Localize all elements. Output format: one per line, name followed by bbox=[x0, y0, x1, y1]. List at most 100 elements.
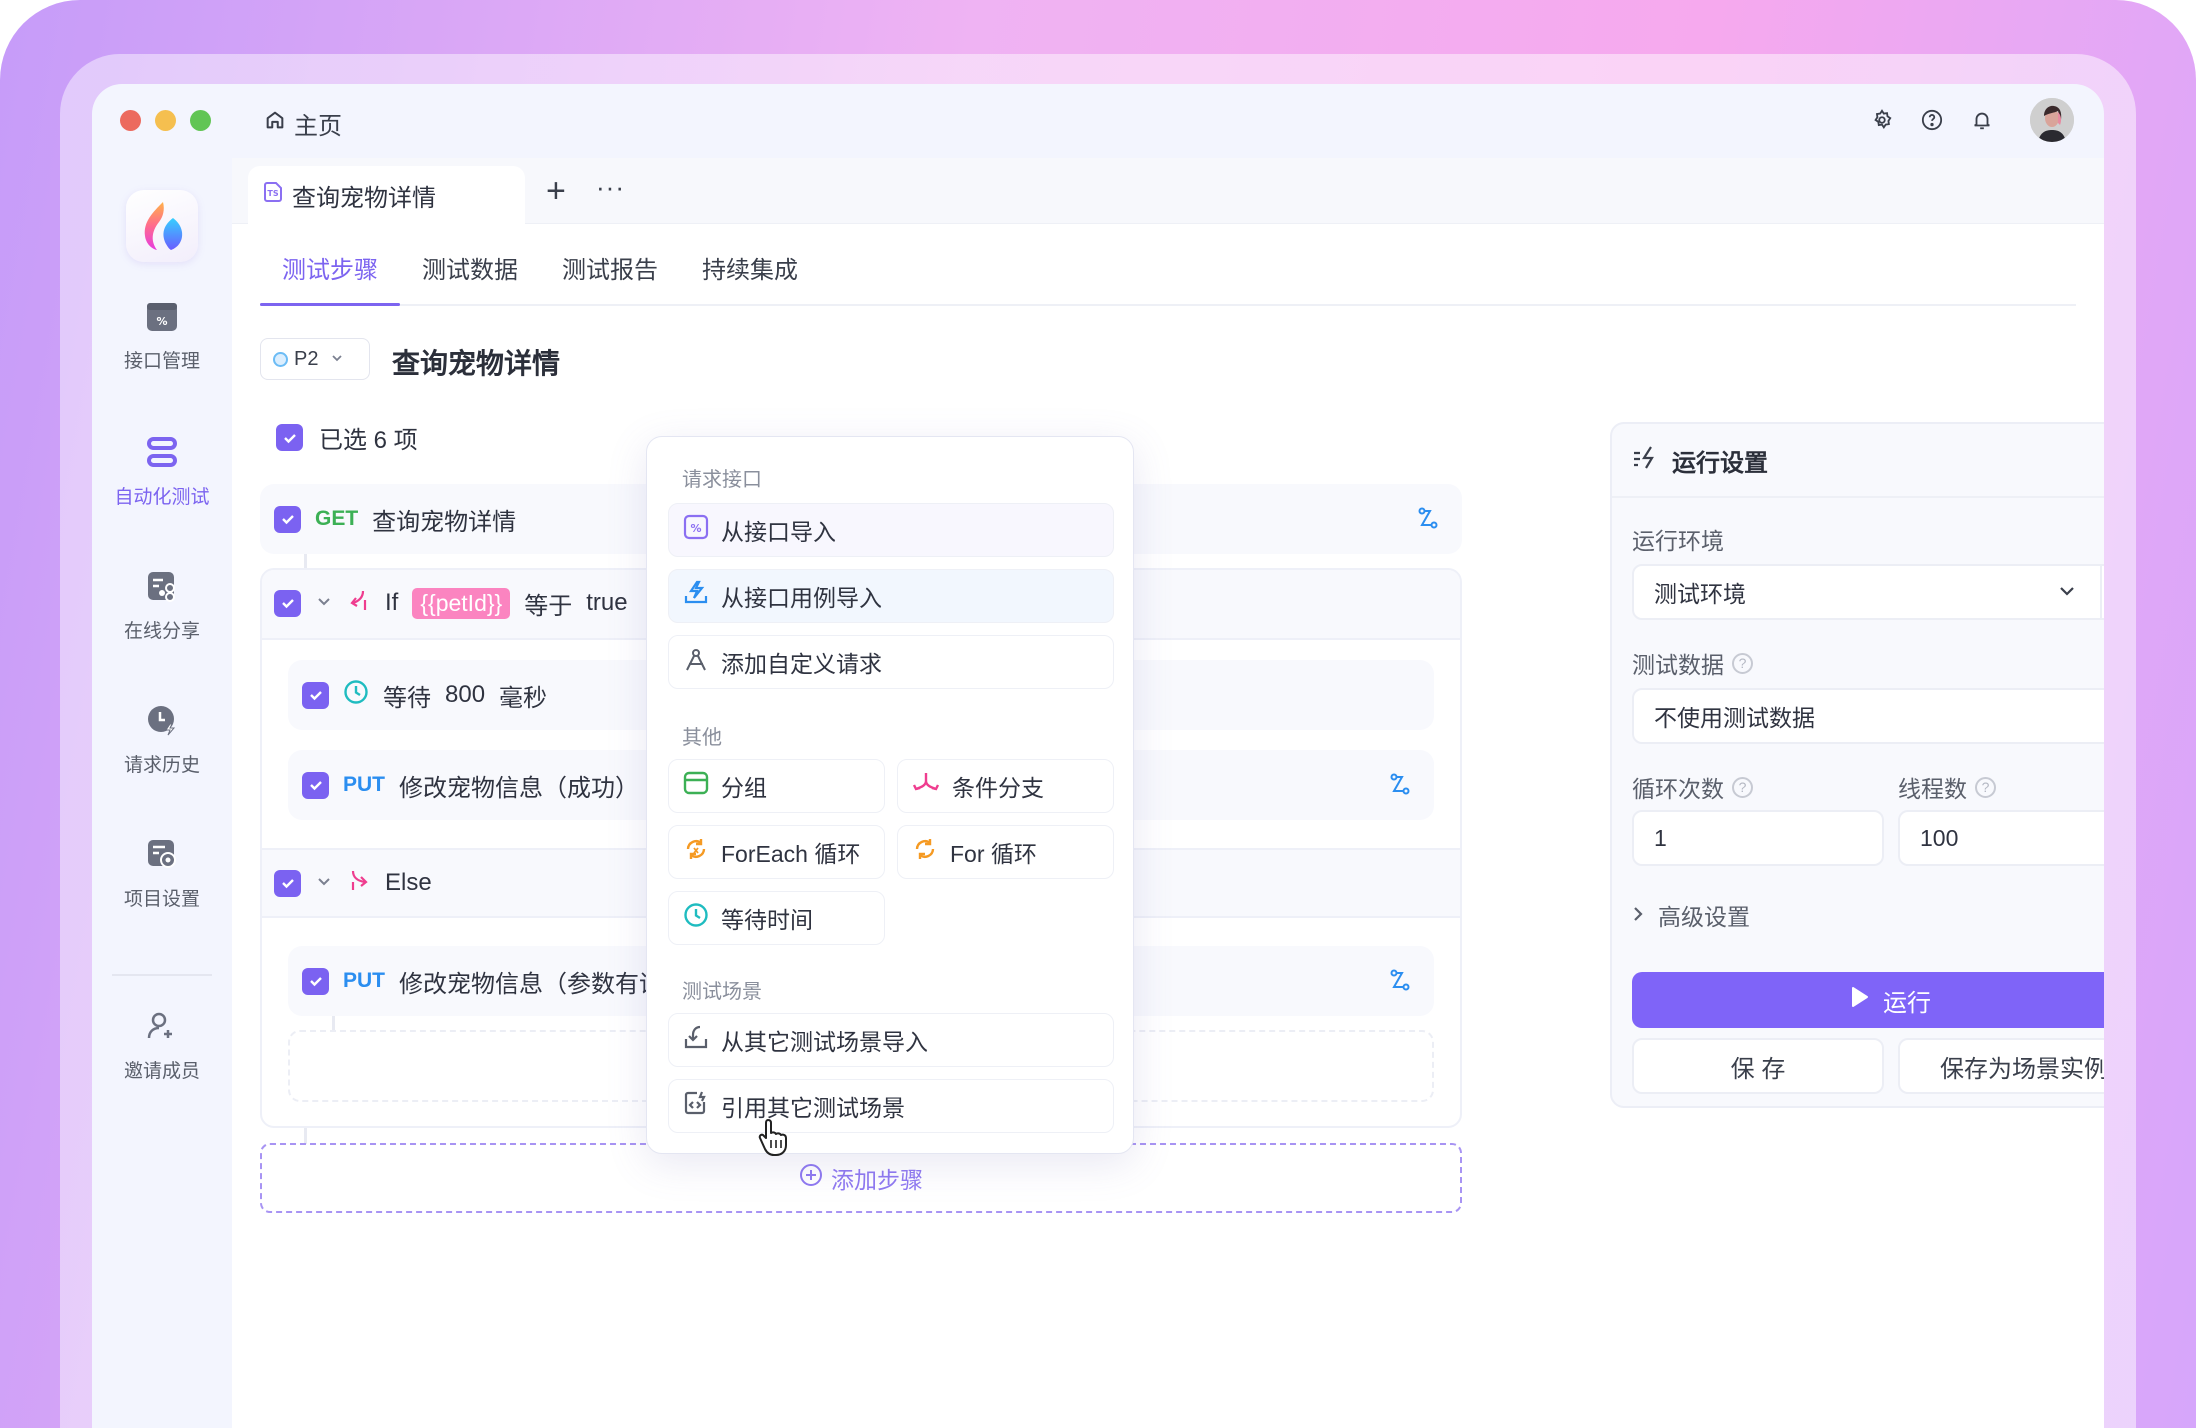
save-button[interactable]: 保 存 bbox=[1632, 1038, 1884, 1094]
priority-dot-icon bbox=[273, 351, 288, 367]
menu-item-foreach-loop[interactable]: ForEach 循环 bbox=[668, 825, 885, 879]
wait-prefix: 等待 bbox=[383, 684, 431, 712]
avatar[interactable] bbox=[2030, 98, 2074, 142]
link-icon[interactable] bbox=[1416, 506, 1440, 537]
step-checkbox[interactable] bbox=[302, 967, 329, 995]
run-button[interactable]: 运行 bbox=[1632, 972, 2104, 1028]
menu-item-for-loop[interactable]: For 循环 bbox=[897, 825, 1114, 879]
svg-text:%: % bbox=[690, 522, 701, 535]
maximize-window-button[interactable] bbox=[190, 110, 211, 131]
loop-count-input[interactable]: 1 bbox=[1632, 810, 1884, 866]
subtab-test-data[interactable]: 测试数据 bbox=[422, 250, 518, 285]
scene-reference-icon bbox=[683, 1090, 709, 1122]
threads-label: 线程数? bbox=[1898, 770, 1996, 804]
menu-item-label: ForEach 循环 bbox=[721, 841, 861, 867]
help-icon[interactable]: ? bbox=[1975, 776, 1996, 798]
link-icon[interactable] bbox=[1388, 968, 1412, 999]
close-window-button[interactable] bbox=[120, 110, 141, 131]
chevron-down-icon bbox=[330, 349, 344, 370]
env-manage-button[interactable] bbox=[2100, 564, 2104, 620]
tab-query-pet-detail[interactable]: TS 查询宠物详情 bbox=[248, 166, 525, 224]
menu-item-label: 分组 bbox=[721, 775, 767, 801]
menu-section-title: 请求接口 bbox=[682, 469, 762, 491]
select-all-checkbox[interactable] bbox=[276, 424, 303, 451]
test-data-value: 不使用测试数据 bbox=[1654, 705, 1815, 731]
menu-item-label: 添加自定义请求 bbox=[721, 651, 882, 677]
clock-icon bbox=[343, 679, 369, 712]
chevron-down-icon bbox=[2056, 580, 2078, 608]
menu-item-import-from-case[interactable]: 从接口用例导入 bbox=[668, 569, 1114, 623]
project-settings-icon bbox=[146, 838, 178, 876]
menu-item-reference-scenario[interactable]: 引用其它测试场景 bbox=[668, 1079, 1114, 1133]
sidebar-item-online-share[interactable]: 在线分享 bbox=[92, 570, 232, 643]
menu-item-group[interactable]: 分组 bbox=[668, 759, 885, 813]
scene-import-icon bbox=[683, 1024, 709, 1056]
title-bar: 主页 bbox=[92, 84, 2104, 158]
menu-item-wait-time[interactable]: 等待时间 bbox=[668, 891, 885, 945]
test-data-select[interactable]: 不使用测试数据 bbox=[1632, 688, 2104, 744]
help-icon[interactable]: ? bbox=[1732, 652, 1753, 674]
sidebar-item-label: 自动化测试 bbox=[114, 487, 210, 508]
env-label: 运行环境 bbox=[1632, 522, 1724, 556]
sidebar-item-invite-members[interactable]: 邀请成员 bbox=[92, 1010, 232, 1083]
menu-item-import-scenario[interactable]: 从其它测试场景导入 bbox=[668, 1013, 1114, 1067]
gear-icon[interactable] bbox=[1870, 108, 1894, 132]
menu-item-add-custom-request[interactable]: 添加自定义请求 bbox=[668, 635, 1114, 689]
plus-circle-icon bbox=[799, 1163, 823, 1193]
tab-label: 查询宠物详情 bbox=[292, 184, 436, 212]
sidebar-item-request-history[interactable]: 请求历史 bbox=[92, 704, 232, 777]
group-icon bbox=[683, 771, 709, 801]
sidebar-item-project-settings[interactable]: 项目设置 bbox=[92, 838, 232, 911]
save-as-label: 保存为场景实例 bbox=[1940, 1055, 2104, 1083]
collapse-chevron-icon[interactable] bbox=[315, 869, 333, 897]
collapse-chevron-icon[interactable] bbox=[315, 589, 333, 617]
sidebar-item-label: 请求历史 bbox=[123, 755, 200, 776]
threads-label-text: 线程数 bbox=[1898, 776, 1967, 802]
test-data-label-text: 测试数据 bbox=[1632, 652, 1724, 678]
menu-item-label: 引用其它测试场景 bbox=[721, 1095, 905, 1121]
sidebar-item-automation-test[interactable]: 自动化测试 bbox=[92, 436, 232, 509]
sidebar-item-label: 项目设置 bbox=[123, 889, 200, 910]
ts-file-icon: TS bbox=[262, 181, 284, 210]
home-label: 主页 bbox=[294, 113, 342, 140]
if-keyword: If bbox=[385, 589, 399, 616]
env-select[interactable]: 测试环境 bbox=[1632, 564, 2102, 620]
subtab-test-steps[interactable]: 测试步骤 bbox=[282, 250, 378, 285]
run-settings-header: 运行设置 bbox=[1612, 424, 2104, 498]
help-icon[interactable] bbox=[1920, 108, 1944, 132]
menu-item-label: 从其它测试场景导入 bbox=[721, 1029, 928, 1055]
bell-icon[interactable] bbox=[1970, 108, 1994, 132]
else-keyword: Else bbox=[385, 869, 432, 896]
save-as-scenario-button[interactable]: 保存为场景实例 bbox=[1898, 1038, 2104, 1094]
menu-item-condition-branch[interactable]: 条件分支 bbox=[897, 759, 1114, 813]
method-badge: PUT bbox=[343, 773, 385, 796]
home-icon bbox=[264, 109, 286, 138]
step-checkbox[interactable] bbox=[274, 869, 301, 897]
menu-item-import-from-api[interactable]: % 从接口导入 bbox=[668, 503, 1114, 557]
step-checkbox[interactable] bbox=[274, 505, 301, 533]
app-logo bbox=[126, 190, 198, 262]
sidebar-item-label: 在线分享 bbox=[123, 621, 200, 642]
help-icon[interactable]: ? bbox=[1732, 776, 1753, 798]
run-settings-panel: 运行设置 运行环境 测试环境 测试数据? 不使用测试数据 循环次数? 线程数? … bbox=[1610, 422, 2104, 1108]
variable-badge[interactable]: {{petId}} bbox=[412, 587, 511, 619]
select-all[interactable]: 已选 6 项 bbox=[276, 420, 418, 455]
subtab-ci[interactable]: 持续集成 bbox=[702, 250, 798, 285]
link-icon[interactable] bbox=[1388, 772, 1412, 803]
sidebar-item-api-management[interactable]: % 接口管理 bbox=[92, 302, 232, 373]
invite-user-icon bbox=[146, 1010, 178, 1048]
step-checkbox[interactable] bbox=[274, 589, 301, 617]
threads-input[interactable]: 100 bbox=[1898, 810, 2104, 866]
step-checkbox[interactable] bbox=[302, 771, 329, 799]
priority-select[interactable]: P2 bbox=[260, 338, 370, 380]
add-tab-button[interactable]: + bbox=[546, 174, 566, 208]
home-link[interactable]: 主页 bbox=[264, 106, 342, 141]
method-badge: PUT bbox=[343, 969, 385, 992]
menu-section-title: 其他 bbox=[682, 727, 722, 749]
minimize-window-button[interactable] bbox=[155, 110, 176, 131]
advanced-settings-toggle[interactable]: 高级设置 bbox=[1630, 898, 1750, 932]
svg-text:%: % bbox=[156, 315, 167, 328]
step-checkbox[interactable] bbox=[302, 681, 329, 709]
subtab-test-report[interactable]: 测试报告 bbox=[562, 250, 658, 285]
more-tabs-button[interactable]: ··· bbox=[596, 172, 625, 203]
